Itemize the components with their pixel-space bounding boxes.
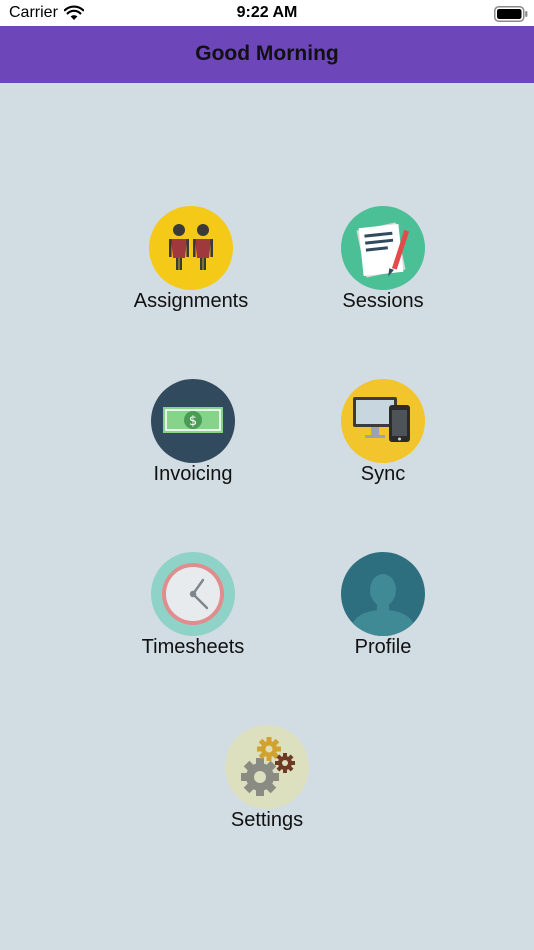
user-icon <box>341 552 425 636</box>
nav-bar: Good Morning <box>0 26 534 83</box>
menu-item-settings[interactable]: Settings <box>187 725 347 841</box>
menu-item-label: Sync <box>360 463 406 485</box>
svg-text:$: $ <box>189 414 197 429</box>
battery-icon <box>494 6 528 22</box>
status-time: 9:22 AM <box>236 4 298 21</box>
menu-item-label: Settings <box>230 809 304 831</box>
devices-icon <box>341 379 425 463</box>
document-icon <box>341 206 425 290</box>
menu-item-label: Profile <box>354 636 412 658</box>
people-icon <box>149 206 233 290</box>
status-bar: Carrier 9:22 AM <box>0 0 534 26</box>
clock-icon <box>151 552 235 636</box>
menu-item-label: Timesheets <box>141 636 245 658</box>
menu-item-sync[interactable]: Sync <box>303 379 463 495</box>
menu-item-sessions[interactable]: Sessions <box>303 206 463 322</box>
menu-item-timesheets[interactable]: Timesheets <box>113 552 273 668</box>
page-title: Good Morning <box>195 42 339 65</box>
menu-item-label: Invoicing <box>153 463 233 485</box>
menu-item-invoicing[interactable]: $ Invoicing <box>113 379 273 495</box>
gears-icon <box>225 725 309 809</box>
menu-item-assignments[interactable]: Assignments <box>111 206 271 322</box>
menu-item-profile[interactable]: Profile <box>303 552 463 668</box>
money-icon: $ <box>151 379 235 463</box>
menu-item-label: Sessions <box>342 290 424 312</box>
menu-item-label: Assignments <box>133 290 249 312</box>
